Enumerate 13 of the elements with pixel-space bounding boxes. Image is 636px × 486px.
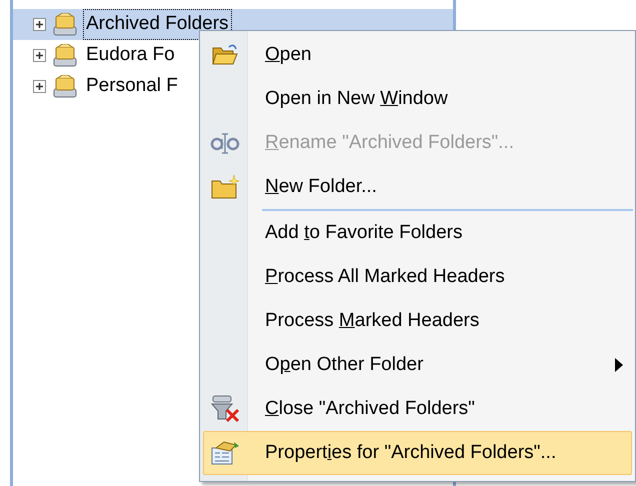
menu-item-label: Process All Marked Headers — [265, 264, 505, 289]
menu-item-label: New Folder... — [265, 174, 377, 199]
menu-item-label: Properties for "Archived Folders"... — [265, 440, 556, 465]
menu-item-label: Close "Archived Folders" — [265, 396, 475, 421]
menu-item-label: Open — [265, 42, 312, 67]
menu-item-label: Open in New Window — [265, 86, 448, 111]
menu-item-label: Add to Favorite Folders — [265, 220, 462, 245]
menu-item-label: Open Other Folder — [265, 352, 424, 377]
folder-label: Eudora Fo — [85, 43, 176, 68]
menu-item-label: Rename "Archived Folders"... — [265, 130, 514, 155]
folder-label: Personal F — [85, 74, 179, 98]
menu-item-label: Process Marked Headers — [265, 308, 480, 333]
folder-label: Archived Folders — [84, 10, 231, 39]
